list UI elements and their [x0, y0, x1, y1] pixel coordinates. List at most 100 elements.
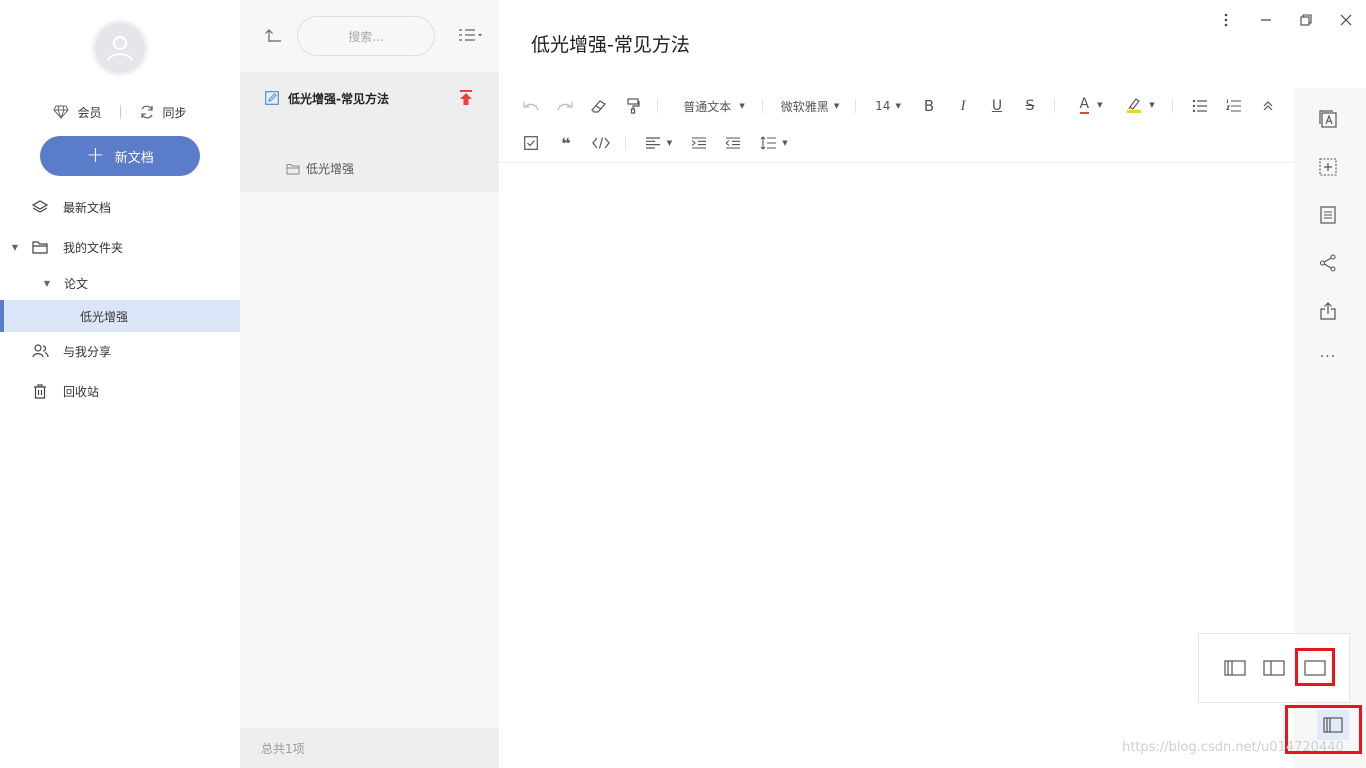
- strikethrough-button[interactable]: S: [1020, 96, 1040, 116]
- list-view-menu-icon[interactable]: [458, 28, 484, 42]
- italic-button[interactable]: I: [953, 96, 973, 116]
- collapse-toolbar-icon[interactable]: [1258, 96, 1278, 116]
- minimize-icon[interactable]: [1256, 10, 1276, 30]
- nav-folder-paper[interactable]: ▼ 论文: [0, 267, 240, 299]
- nav-shared[interactable]: 与我分享: [0, 335, 240, 367]
- nav-recent[interactable]: 最新文档: [0, 191, 240, 223]
- underline-icon: U: [991, 98, 1003, 114]
- undo-icon[interactable]: [521, 96, 541, 116]
- export-icon[interactable]: [1316, 299, 1340, 323]
- member-sync-row: 会员 同步: [0, 102, 240, 122]
- app-window: 会员 同步 + 新文档 最新文档 ▼ 我的文件夹 ▼ 论文 低光增强 与我分享 …: [0, 0, 1366, 768]
- indent-decrease-icon[interactable]: [723, 133, 743, 153]
- chevron-down-icon: ▼: [782, 139, 788, 147]
- restore-icon[interactable]: [1296, 10, 1316, 30]
- underline-button[interactable]: U: [987, 96, 1007, 116]
- font-size-select[interactable]: 14 ▼: [871, 96, 905, 116]
- back-up-icon[interactable]: [264, 27, 282, 43]
- redo-icon[interactable]: [555, 96, 575, 116]
- member-button[interactable]: 会员: [53, 104, 102, 121]
- outline-icon[interactable]: [1316, 107, 1340, 131]
- document-item-title: 低光增强-常见方法: [288, 92, 389, 106]
- highlighter-icon: [1127, 97, 1142, 113]
- highlight-annotation-box: [1295, 648, 1335, 686]
- pin-top-icon[interactable]: [459, 90, 473, 106]
- numbered-list-icon[interactable]: [1224, 96, 1244, 116]
- close-icon[interactable]: [1336, 10, 1356, 30]
- layout-three-pane-icon[interactable]: [1223, 658, 1247, 678]
- document-item-folder: 低光增强: [286, 160, 354, 177]
- align-left-icon: [645, 137, 660, 149]
- font-family-select[interactable]: 微软雅黑 ▼: [778, 96, 842, 116]
- nav-folder-low-light[interactable]: 低光增强: [0, 300, 240, 332]
- watermark: https://blog.csdn.net/u014720440: [1122, 740, 1344, 755]
- format-painter-icon[interactable]: [623, 96, 643, 116]
- chevron-down-icon: ▼: [739, 102, 745, 110]
- folder-icon: [286, 163, 300, 175]
- nav-trash-label: 回收站: [63, 384, 100, 399]
- toolbar-divider: [762, 99, 763, 113]
- caret-down-icon[interactable]: ▼: [10, 243, 20, 252]
- plus-icon: +: [86, 143, 105, 168]
- list-header: 搜索...: [240, 0, 499, 72]
- toolbar-divider: [657, 99, 658, 113]
- more-options-icon[interactable]: ···: [1316, 345, 1340, 369]
- caret-down-icon[interactable]: ▼: [42, 279, 52, 288]
- align-select[interactable]: ▼: [643, 133, 675, 153]
- insert-icon[interactable]: [1316, 155, 1340, 179]
- chevron-down-icon: ▼: [1097, 101, 1103, 109]
- toolbar-divider: [625, 136, 626, 150]
- nav-shared-label: 与我分享: [63, 344, 112, 359]
- font-color-icon: A: [1079, 95, 1090, 114]
- line-height-icon: [760, 136, 777, 150]
- layout-two-pane-icon[interactable]: [1262, 658, 1286, 678]
- sidebar: 会员 同步 + 新文档 最新文档 ▼ 我的文件夹 ▼ 论文 低光增强 与我分享 …: [0, 0, 240, 768]
- bullet-list-icon[interactable]: [1190, 96, 1210, 116]
- document-list-item[interactable]: 低光增强-常见方法 低光增强: [240, 72, 499, 192]
- indent-increase-icon[interactable]: [689, 133, 709, 153]
- toolbar-divider: [1054, 99, 1055, 113]
- font-color-button[interactable]: A ▼: [1073, 95, 1109, 115]
- eraser-icon[interactable]: [589, 96, 609, 116]
- nav-low-light-label: 低光增强: [80, 309, 129, 324]
- list-footer: 总共1项: [240, 728, 499, 768]
- avatar[interactable]: [92, 20, 148, 76]
- divider: [119, 105, 121, 119]
- font-family-value: 微软雅黑: [780, 99, 829, 114]
- document-title[interactable]: 低光增强-常见方法: [531, 30, 690, 57]
- paragraph-style-select[interactable]: 普通文本 ▼: [679, 96, 749, 116]
- chevron-down-icon: ▼: [895, 102, 901, 110]
- nav-my-folders[interactable]: ▼ 我的文件夹: [0, 231, 240, 263]
- bold-button[interactable]: B: [919, 96, 939, 116]
- document-info-icon[interactable]: [1316, 203, 1340, 227]
- chevron-down-icon: ▼: [833, 102, 840, 110]
- italic-icon: I: [960, 97, 966, 114]
- formatting-toolbar: 普通文本 ▼ 微软雅黑 ▼ 14 ▼ B I U S A ▼ ▼ ❝ ▼ ▼: [499, 88, 1294, 163]
- editor-pane: 低光增强-常见方法 普通文本 ▼ 微软雅黑 ▼ 14 ▼ B I U S A ▼…: [499, 0, 1366, 768]
- font-size-value: 14: [875, 99, 891, 113]
- line-height-select[interactable]: ▼: [757, 133, 791, 153]
- new-doc-button[interactable]: + 新文档: [40, 136, 200, 176]
- editor-content-area[interactable]: [499, 164, 1294, 768]
- checklist-icon[interactable]: [521, 133, 541, 153]
- shared-users-icon: [31, 342, 49, 360]
- chevron-down-icon: ▼: [666, 139, 673, 147]
- code-icon[interactable]: [591, 133, 611, 153]
- paragraph-style-value: 普通文本: [683, 99, 732, 114]
- nav-recent-label: 最新文档: [63, 200, 112, 215]
- layers-icon: [31, 198, 49, 216]
- search-input[interactable]: 搜索...: [297, 16, 435, 56]
- note-edit-icon: [265, 91, 279, 105]
- blockquote-icon[interactable]: ❝: [556, 133, 576, 153]
- bold-icon: B: [923, 97, 935, 115]
- toolbar-divider: [1172, 99, 1173, 113]
- nav-trash[interactable]: 回收站: [0, 375, 240, 407]
- share-icon[interactable]: [1316, 251, 1340, 275]
- highlight-color-button[interactable]: ▼: [1123, 95, 1159, 115]
- folder-icon: [31, 238, 49, 256]
- diamond-icon: [53, 105, 70, 119]
- sync-button[interactable]: 同步: [139, 104, 187, 121]
- chevron-down-icon: ▼: [1149, 101, 1155, 109]
- strikethrough-icon: S: [1025, 98, 1035, 114]
- kebab-menu-icon[interactable]: [1216, 10, 1236, 30]
